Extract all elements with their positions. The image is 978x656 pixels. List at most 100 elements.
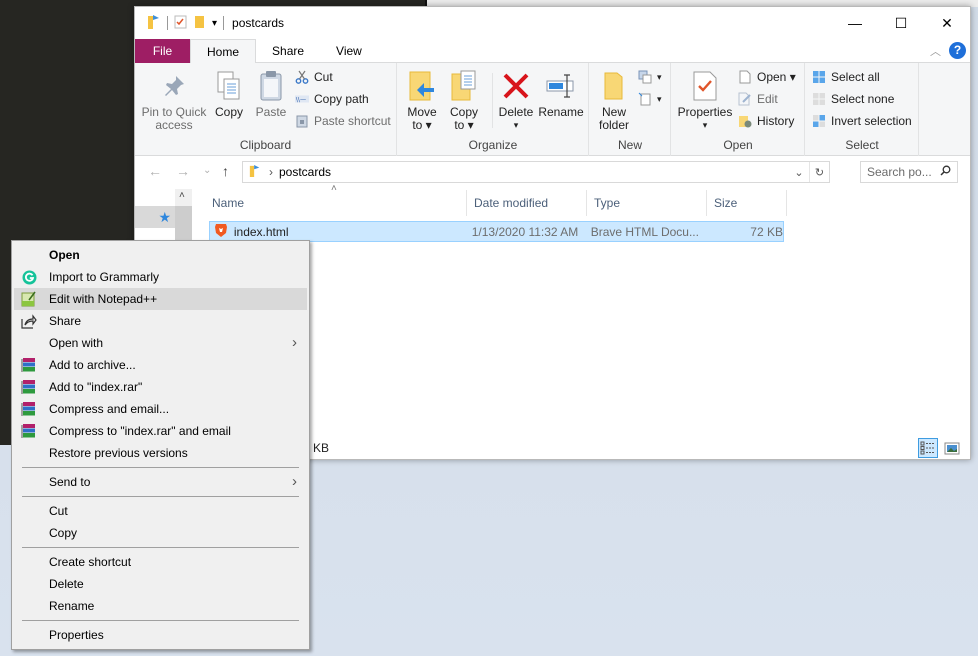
new-folder-quick-icon[interactable] (194, 15, 206, 32)
details-view-icon (920, 441, 935, 455)
new-folder-button[interactable]: New folder (596, 69, 632, 132)
select-none-button[interactable]: Select none (812, 89, 894, 109)
title-bar: ▾ postcards — ☐ ✕ (135, 7, 970, 39)
help-icon[interactable]: ? (949, 42, 966, 59)
paste-shortcut-icon (295, 114, 309, 128)
copy-path-button[interactable]: \\— Copy path (295, 89, 369, 109)
menu-item-import-to-grammarly[interactable]: Import to Grammarly (14, 266, 307, 288)
document-icon (738, 70, 752, 84)
menu-item-properties[interactable]: Properties (14, 624, 307, 646)
customize-toolbar-icon[interactable]: ▾ (212, 18, 217, 29)
close-button[interactable]: ✕ (924, 7, 970, 39)
tab-view[interactable]: View (320, 39, 378, 63)
window-title: postcards (232, 16, 285, 30)
easy-access-button[interactable]: ▾ (638, 89, 662, 109)
quick-access-item[interactable]: ★ (135, 206, 175, 228)
tab-file[interactable]: File (135, 39, 190, 63)
notepadpp-icon (21, 291, 37, 307)
breadcrumb-separator[interactable]: › (269, 165, 273, 179)
file-row[interactable]: index.html 1/13/2020 11:32 AM Brave HTML… (209, 221, 784, 242)
menu-item-label: Send to (49, 475, 91, 489)
rename-button[interactable]: Rename (538, 69, 584, 119)
up-button[interactable]: ↑ (222, 163, 229, 179)
column-name[interactable]: Name (205, 190, 467, 216)
menu-item-open[interactable]: Open (14, 244, 307, 266)
paste-shortcut-button[interactable]: Paste shortcut (295, 111, 391, 131)
menu-item-open-with[interactable]: Open with › (14, 332, 307, 354)
pin-to-quick-access-button[interactable]: Pin to Quick access (141, 69, 207, 132)
menu-item-edit-with-notepad[interactable]: Edit with Notepad++ (14, 288, 307, 310)
tab-share[interactable]: Share (256, 39, 320, 63)
new-item-button[interactable]: ▾ (638, 67, 662, 87)
grammarly-icon (21, 269, 37, 285)
menu-item-add-to-index-rar[interactable]: Add to "index.rar" (14, 376, 307, 398)
column-type[interactable]: Type (587, 190, 707, 216)
paste-button[interactable]: Paste (253, 69, 289, 119)
file-name[interactable]: index.html (234, 225, 472, 239)
copy-label: Copy (214, 105, 243, 119)
back-button[interactable]: ← (148, 163, 162, 179)
cut-button[interactable]: Cut (295, 67, 333, 87)
breadcrumb-postcards[interactable]: postcards (279, 165, 331, 179)
share-icon (21, 313, 37, 329)
scroll-up-arrow[interactable]: ˄ (179, 190, 185, 201)
menu-item-compress-and-email[interactable]: Compress and email... (14, 398, 307, 420)
menu-separator (22, 620, 299, 621)
quick-access-toolbar: ▾ (147, 14, 225, 33)
menu-item-create-shortcut[interactable]: Create shortcut (14, 551, 307, 573)
menu-item-cut[interactable]: Cut (14, 500, 307, 522)
maximize-button[interactable]: ☐ (878, 7, 924, 39)
large-icons-view-button[interactable] (942, 438, 962, 458)
copy-to-button[interactable]: Copy to ▾ (446, 69, 482, 132)
menu-item-label: Open (49, 248, 80, 262)
menu-item-rename[interactable]: Rename (14, 595, 307, 617)
menu-separator (22, 547, 299, 548)
menu-item-add-to-archive[interactable]: Add to archive... (14, 354, 307, 376)
open-button[interactable]: Open ▾ (738, 67, 796, 87)
address-bar[interactable]: › postcards ⌄ ↻ (242, 161, 830, 183)
copy-path-label: Copy path (314, 92, 369, 106)
delete-x-icon (496, 69, 536, 103)
group-open: Properties ▾ Open ▾ Edit History Open (672, 63, 805, 156)
menu-item-copy[interactable]: Copy (14, 522, 307, 544)
clipboard-group-label: Clipboard (239, 138, 292, 152)
easy-access-arrow: ▾ (657, 93, 662, 104)
column-size[interactable]: Size (707, 190, 787, 216)
properties-button[interactable]: Properties ▾ (676, 69, 734, 132)
delete-dropdown-arrow[interactable]: ▾ (496, 119, 536, 132)
forward-button[interactable]: → (176, 163, 190, 179)
refresh-icon[interactable]: ↻ (809, 162, 829, 182)
menu-item-label: Cut (49, 504, 68, 518)
select-all-button[interactable]: Select all (812, 67, 880, 87)
status-text: KB (313, 441, 330, 455)
search-input[interactable]: Search po... (860, 161, 958, 183)
invert-selection-icon (812, 114, 826, 128)
toolbar-divider (223, 16, 225, 30)
recent-locations-button[interactable]: ⌄ (203, 165, 211, 176)
delete-button[interactable]: Delete ▾ (496, 69, 536, 132)
column-date-modified[interactable]: Date modified (467, 190, 587, 216)
properties-quick-icon[interactable] (174, 15, 188, 32)
context-menu: Open Import to Grammarly Edit with Notepad… (11, 240, 310, 650)
minimize-ribbon-icon[interactable]: ︿ (930, 43, 941, 59)
history-button[interactable]: History (738, 111, 794, 131)
copy-button[interactable]: Copy (211, 69, 247, 119)
window-controls: — ☐ ✕ (832, 7, 970, 39)
menu-item-delete[interactable]: Delete (14, 573, 307, 595)
minimize-button[interactable]: — (832, 7, 878, 39)
column-headers: Name Date modified Type Size (205, 190, 787, 216)
edit-button[interactable]: Edit (738, 89, 778, 109)
menu-item-label: Rename (49, 599, 95, 613)
menu-item-restore-previous-versions[interactable]: Restore previous versions (14, 442, 307, 464)
tab-home[interactable]: Home (190, 39, 257, 64)
menu-item-send-to[interactable]: Send to › (14, 471, 307, 493)
invert-selection-button[interactable]: Invert selection (812, 111, 912, 131)
address-history-dropdown[interactable]: ⌄ (789, 162, 809, 182)
properties-dropdown-arrow[interactable]: ▾ (676, 119, 734, 132)
menu-item-compress-to-index-rar-and-email[interactable]: Compress to "index.rar" and email (14, 420, 307, 442)
menu-item-label: Share (49, 314, 82, 328)
history-icon (738, 114, 752, 128)
move-to-button[interactable]: Move to ▾ (404, 69, 440, 132)
menu-item-share[interactable]: Share (14, 310, 307, 332)
details-view-button[interactable] (918, 438, 938, 458)
